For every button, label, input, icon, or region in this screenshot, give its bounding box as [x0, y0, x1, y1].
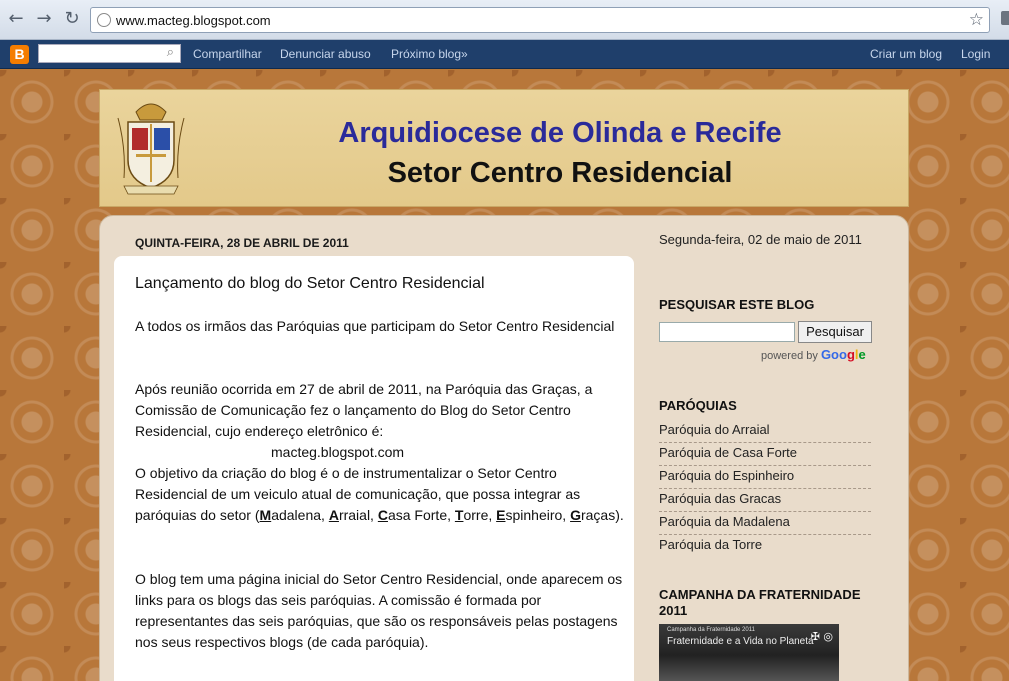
parish-rest: raças).: [580, 507, 624, 523]
parish-link[interactable]: Paróquia das Gracas: [659, 489, 871, 512]
parish-rest: asa Forte,: [387, 507, 455, 523]
campanha-small-text: Campanha da Fraternidade 2011: [667, 627, 755, 633]
parish-initial: G: [570, 507, 581, 523]
browser-toolbar: ← → ↻ www.macteg.blogspot.com ☆: [0, 0, 1009, 40]
campanha-logo-icon: ✠ ◎: [810, 630, 833, 643]
blog-header[interactable]: Arquidiocese de Olinda e Recife Setor Ce…: [99, 89, 909, 207]
next-blog-link[interactable]: Próximo blog»: [391, 47, 468, 61]
google-logo-part: Goo: [820, 347, 847, 362]
globe-icon: [97, 13, 111, 27]
parish-link[interactable]: Paróquia da Torre: [659, 535, 871, 558]
sidebar-date: Segunda-feira, 02 de maio de 2011: [659, 232, 862, 247]
search-button[interactable]: Pesquisar: [798, 321, 872, 343]
search-blog-heading: PESQUISAR ESTE BLOG: [659, 297, 815, 312]
parish-link[interactable]: Paróquia do Arraial: [659, 420, 871, 443]
blog-search-input[interactable]: [659, 322, 795, 342]
parish-initial: C: [377, 507, 388, 523]
address-bar[interactable]: www.macteg.blogspot.com ☆: [90, 7, 990, 33]
google-logo-part: e: [858, 347, 866, 362]
campanha-banner-image[interactable]: Campanha da Fraternidade 2011 Fraternida…: [659, 624, 839, 681]
post-paragraph-4: O blog tem uma página inicial do Setor C…: [135, 571, 623, 650]
parish-rest: adalena,: [271, 507, 329, 523]
navbar-search-input[interactable]: ⌕: [38, 44, 181, 63]
report-abuse-link[interactable]: Denunciar abuso: [280, 47, 371, 61]
powered-by-google: powered by Google: [761, 347, 866, 362]
parishes-heading: PARÓQUIAS: [659, 398, 737, 413]
parish-initial: A: [328, 507, 339, 523]
google-logo-part: g: [846, 347, 855, 362]
forward-arrow-icon[interactable]: →: [33, 8, 55, 30]
reload-icon[interactable]: ↻: [61, 8, 83, 30]
parish-rest: spinheiro,: [505, 507, 571, 523]
blog-subtitle: Setor Centro Residencial: [387, 157, 733, 189]
bookmark-star-icon[interactable]: ☆: [969, 10, 984, 30]
campanha-title-text: Fraternidade e a Vida no Planeta: [667, 636, 814, 647]
campanha-heading: CAMPANHA DA FRATERNIDADE 2011: [659, 587, 861, 618]
blogger-navbar: B ⌕ Compartilhar Denunciar abuso Próximo…: [0, 40, 1009, 69]
wrench-icon[interactable]: [1001, 11, 1009, 25]
post-paragraph-2: Após reunião ocorrida em 27 de abril de …: [135, 381, 593, 439]
post-paragraph-1: A todos os irmãos das Paróquias que part…: [135, 318, 615, 334]
post-title[interactable]: Lançamento do blog do Setor Centro Resid…: [135, 275, 485, 293]
post-paragraph-3: O objetivo da criação do blog é o de ins…: [135, 463, 625, 526]
back-arrow-icon[interactable]: ←: [5, 8, 27, 30]
parish-rest: rraial,: [338, 507, 378, 523]
parish-link[interactable]: Paróquia do Espinheiro: [659, 466, 871, 489]
powered-by-label: powered by: [761, 350, 818, 362]
blog-address: macteg.blogspot.com: [271, 444, 405, 460]
address-url[interactable]: www.macteg.blogspot.com: [116, 13, 271, 28]
post-date-header: QUINTA-FEIRA, 28 DE ABRIL DE 2011: [135, 236, 349, 250]
parish-link[interactable]: Paróquia de Casa Forte: [659, 443, 871, 466]
blogger-logo-icon[interactable]: B: [10, 45, 29, 64]
share-link[interactable]: Compartilhar: [193, 47, 262, 61]
create-blog-link[interactable]: Criar um blog: [870, 47, 942, 61]
parish-link[interactable]: Paróquia da Madalena: [659, 512, 871, 535]
blog-title[interactable]: Arquidiocese de Olinda e Recife: [295, 117, 825, 150]
archdiocese-crest-icon: [117, 103, 185, 195]
parish-rest: orre,: [463, 507, 497, 523]
parish-initial: M: [259, 507, 272, 523]
login-link[interactable]: Login: [961, 47, 990, 61]
search-icon[interactable]: ⌕: [167, 45, 174, 60]
